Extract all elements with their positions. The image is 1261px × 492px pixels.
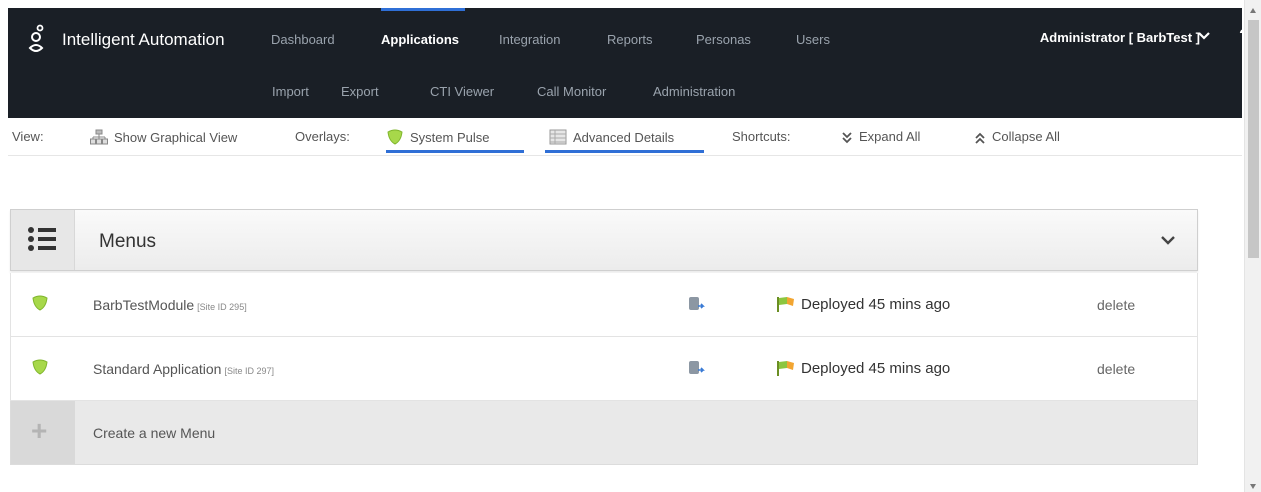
active-nav-indicator [381, 8, 465, 11]
nav-administration[interactable]: Administration [653, 84, 735, 99]
details-grid-icon [549, 129, 567, 145]
drop-logo-icon[interactable] [26, 24, 48, 56]
double-chevron-down-icon [842, 132, 852, 144]
list-icon [28, 227, 56, 251]
create-new-menu-row[interactable]: + Create a new Menu [10, 401, 1198, 465]
menu-name-text: BarbTestModule [93, 297, 195, 313]
chevron-down-icon[interactable] [1161, 236, 1175, 246]
nav-users[interactable]: Users [796, 32, 830, 47]
view-label: View: [12, 129, 44, 144]
menu-name[interactable]: Standard Application [Site ID 297] [93, 361, 274, 377]
nav-call-monitor[interactable]: Call Monitor [537, 84, 606, 99]
show-graphical-view-button[interactable]: Show Graphical View [90, 129, 237, 145]
menus-panel-header[interactable]: Menus [10, 209, 1198, 271]
menu-name[interactable]: BarbTestModule [Site ID 295] [93, 297, 247, 313]
system-pulse-selected-indicator [386, 150, 524, 153]
menu-row[interactable]: Standard Application [Site ID 297] Deploy… [10, 337, 1198, 401]
vertical-scrollbar[interactable] [1244, 0, 1261, 492]
nav-applications[interactable]: Applications [381, 32, 459, 47]
delete-link[interactable]: delete [1097, 297, 1135, 313]
plus-icon[interactable]: + [31, 415, 47, 447]
hierarchy-icon [90, 129, 108, 145]
menu-name-text: Standard Application [93, 361, 222, 377]
nav-import[interactable]: Import [272, 84, 309, 99]
database-export-icon[interactable] [687, 295, 705, 313]
site-id: [Site ID 295] [197, 302, 247, 312]
deploy-status: Deployed 45 mins ago [801, 296, 951, 313]
nav-dashboard[interactable]: Dashboard [271, 32, 335, 47]
delete-link[interactable]: delete [1097, 361, 1135, 377]
user-menu[interactable]: Administrator [ BarbTest ] [1040, 30, 1200, 45]
green-shield-icon [32, 359, 48, 375]
database-export-icon[interactable] [687, 359, 705, 377]
nav-reports[interactable]: Reports [607, 32, 653, 47]
menus-icon-cell [11, 210, 75, 270]
show-graphical-view-label: Show Graphical View [114, 130, 238, 145]
collapse-all-button[interactable]: Collapse All [974, 129, 1060, 144]
app-title: Intelligent Automation [62, 30, 225, 49]
view-toolbar: View: Show Graphical View Overlays: Syst… [8, 118, 1242, 156]
create-new-menu-label[interactable]: Create a new Menu [93, 425, 215, 441]
add-icon-cell: + [11, 401, 75, 464]
advanced-details-label: Advanced Details [573, 130, 675, 145]
expand-all-button[interactable]: Expand All [841, 129, 920, 144]
app-window: Intelligent Automation Dashboard Applica… [0, 0, 1261, 492]
green-shield-icon [387, 129, 403, 145]
menus-title: Menus [99, 231, 157, 252]
deployed-flag-icon [777, 297, 794, 312]
deployed-flag-icon [777, 361, 794, 376]
advanced-details-toggle[interactable]: Advanced Details [549, 129, 674, 145]
green-shield-icon [32, 295, 48, 311]
chevron-down-icon[interactable] [1198, 30, 1210, 42]
nav-integration[interactable]: Integration [499, 32, 560, 47]
scroll-up-arrow-icon[interactable] [1250, 8, 1256, 13]
scroll-down-arrow-icon[interactable] [1250, 484, 1256, 489]
double-chevron-up-icon [975, 132, 985, 144]
menu-row[interactable]: BarbTestModule [Site ID 295] Deployed 45 … [10, 273, 1198, 337]
site-id: [Site ID 297] [224, 366, 274, 376]
system-pulse-toggle[interactable]: System Pulse [386, 129, 489, 145]
shortcuts-label: Shortcuts: [732, 129, 791, 144]
system-pulse-label: System Pulse [410, 130, 490, 145]
advanced-details-selected-indicator [545, 150, 704, 153]
nav-cti-viewer[interactable]: CTI Viewer [430, 84, 494, 99]
collapse-all-label: Collapse All [992, 129, 1060, 144]
scrollbar-thumb[interactable] [1248, 20, 1259, 258]
overlays-label: Overlays: [295, 129, 350, 144]
expand-all-label: Expand All [859, 129, 921, 144]
nav-personas[interactable]: Personas [696, 32, 751, 47]
deploy-status: Deployed 45 mins ago [801, 360, 951, 377]
top-header: Intelligent Automation Dashboard Applica… [8, 8, 1250, 118]
nav-export[interactable]: Export [341, 84, 379, 99]
